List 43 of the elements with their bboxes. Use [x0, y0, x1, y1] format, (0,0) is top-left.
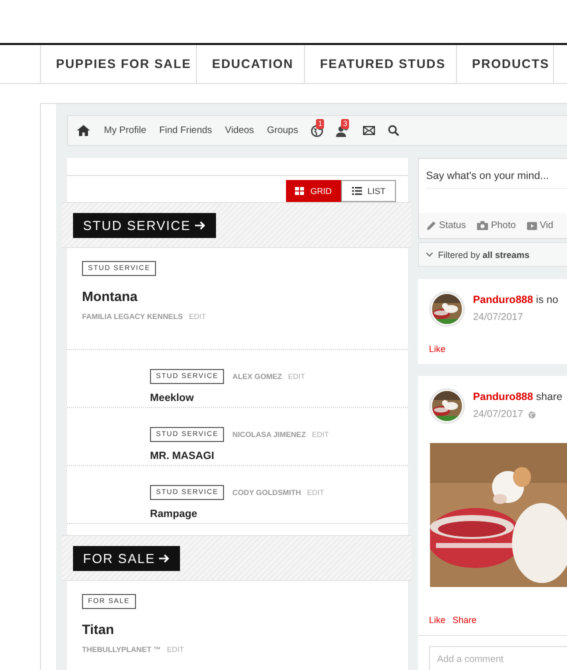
section-link[interactable]: STUD SERVICE: [73, 212, 216, 238]
nav-tab[interactable]: EDUCATION: [196, 45, 304, 83]
section-link[interactable]: FOR SALE: [73, 546, 180, 570]
author-link[interactable]: Panduro888: [473, 294, 534, 306]
arrow-icon: [159, 554, 170, 562]
listing-title[interactable]: MR. MASAGI: [150, 450, 408, 462]
toolbar-link[interactable]: Groups: [266, 125, 298, 136]
nav-tab[interactable]: FEATURED STUDS: [304, 45, 456, 83]
composer-tab[interactable]: Status: [427, 220, 466, 231]
search-icon[interactable]: [388, 125, 400, 136]
globe-icon[interactable]: [311, 124, 324, 136]
pencil-icon: [427, 221, 436, 230]
post-action-link[interactable]: Like: [429, 344, 446, 354]
toolbar-link[interactable]: Find Friends: [159, 125, 212, 136]
nav-tab[interactable]: PUPPIES FOR SALE: [40, 45, 196, 83]
grid-icon: [295, 187, 304, 195]
post-action-link[interactable]: Like: [429, 615, 446, 625]
list-icon: [352, 187, 362, 195]
mail-icon[interactable]: [363, 126, 376, 135]
listing-title[interactable]: Titan: [82, 622, 114, 637]
camera-icon: [476, 221, 488, 230]
arrow-icon: [194, 220, 206, 230]
listing-title[interactable]: Montana: [82, 289, 138, 304]
composer-tab[interactable]: Vid: [526, 220, 554, 231]
author-link[interactable]: Panduro888: [473, 391, 534, 403]
post-action-link[interactable]: Share: [452, 615, 477, 625]
post-text: share: [536, 391, 562, 403]
post-date: 24/07/2017: [473, 312, 524, 323]
toolbar-link[interactable]: Videos: [225, 125, 254, 136]
chevron-down-icon[interactable]: [426, 252, 433, 257]
view-toggle[interactable]: LIST: [341, 180, 396, 202]
comment-input[interactable]: Add a comment: [429, 646, 567, 670]
toolbar-link[interactable]: My Profile: [104, 125, 146, 136]
post-text: is no: [536, 294, 558, 306]
listing-title[interactable]: Rampage: [150, 508, 408, 520]
nav-tab[interactable]: PRODUCTS: [456, 45, 553, 83]
composer-tab[interactable]: Photo: [476, 220, 516, 231]
video-icon: [526, 222, 537, 230]
filter-label: Filtered by all streams: [438, 250, 530, 260]
post-date: 24/07/2017: [473, 409, 524, 420]
home-icon[interactable]: [77, 125, 90, 136]
listing-title[interactable]: Meeklow: [150, 392, 408, 404]
view-toggle[interactable]: GRID: [286, 180, 341, 202]
